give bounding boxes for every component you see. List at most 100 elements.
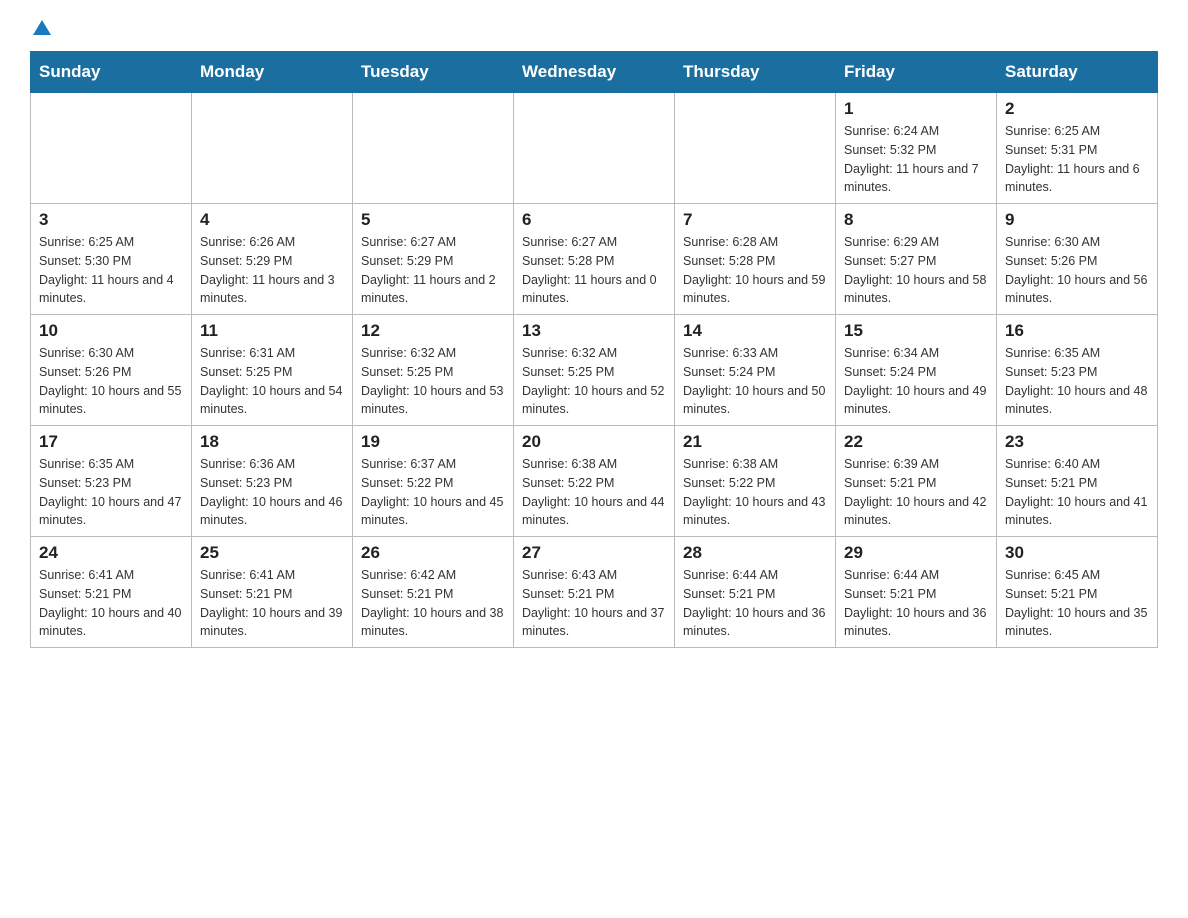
day-info: Sunrise: 6:40 AMSunset: 5:21 PMDaylight:… — [1005, 455, 1149, 530]
calendar-cell: 14 Sunrise: 6:33 AMSunset: 5:24 PMDayligh… — [675, 315, 836, 426]
calendar-cell: 5Sunrise: 6:27 AMSunset: 5:29 PMDaylight… — [353, 204, 514, 315]
weekday-header-wednesday: Wednesday — [514, 52, 675, 93]
weekday-header-saturday: Saturday — [997, 52, 1158, 93]
calendar-week-row: 1 Sunrise: 6:24 AMSunset: 5:32 PMDaylight… — [31, 93, 1158, 204]
day-info: Sunrise: 6:29 AMSunset: 5:27 PMDaylight:… — [844, 233, 988, 308]
calendar-cell: 8 Sunrise: 6:29 AMSunset: 5:27 PMDaylight… — [836, 204, 997, 315]
day-info: Sunrise: 6:34 AMSunset: 5:24 PMDaylight:… — [844, 344, 988, 419]
calendar-cell — [675, 93, 836, 204]
day-info: Sunrise: 6:35 AMSunset: 5:23 PMDaylight:… — [1005, 344, 1149, 419]
day-number: 23 — [1005, 432, 1149, 452]
day-info: Sunrise: 6:41 AMSunset: 5:21 PMDaylight:… — [39, 566, 183, 641]
day-info: Sunrise: 6:33 AMSunset: 5:24 PMDaylight:… — [683, 344, 827, 419]
calendar-cell: 17 Sunrise: 6:35 AMSunset: 5:23 PMDayligh… — [31, 426, 192, 537]
calendar-cell: 15 Sunrise: 6:34 AMSunset: 5:24 PMDayligh… — [836, 315, 997, 426]
calendar-week-row: 24 Sunrise: 6:41 AMSunset: 5:21 PMDayligh… — [31, 537, 1158, 648]
day-info: Sunrise: 6:43 AMSunset: 5:21 PMDaylight:… — [522, 566, 666, 641]
day-number: 26 — [361, 543, 505, 563]
calendar-cell: 4 Sunrise: 6:26 AMSunset: 5:29 PMDaylight… — [192, 204, 353, 315]
calendar-cell: 27 Sunrise: 6:43 AMSunset: 5:21 PMDayligh… — [514, 537, 675, 648]
day-info: Sunrise: 6:39 AMSunset: 5:21 PMDaylight:… — [844, 455, 988, 530]
calendar-cell: 7Sunrise: 6:28 AMSunset: 5:28 PMDaylight… — [675, 204, 836, 315]
day-info: Sunrise: 6:42 AMSunset: 5:21 PMDaylight:… — [361, 566, 505, 641]
day-info: Sunrise: 6:44 AMSunset: 5:21 PMDaylight:… — [844, 566, 988, 641]
day-info: Sunrise: 6:41 AMSunset: 5:21 PMDaylight:… — [200, 566, 344, 641]
day-number: 2 — [1005, 99, 1149, 119]
day-number: 1 — [844, 99, 988, 119]
day-info: Sunrise: 6:25 AMSunset: 5:31 PMDaylight:… — [1005, 122, 1149, 197]
day-number: 28 — [683, 543, 827, 563]
day-number: 11 — [200, 321, 344, 341]
calendar-cell: 24 Sunrise: 6:41 AMSunset: 5:21 PMDayligh… — [31, 537, 192, 648]
calendar-cell: 20 Sunrise: 6:38 AMSunset: 5:22 PMDayligh… — [514, 426, 675, 537]
logo — [30, 20, 51, 35]
day-number: 15 — [844, 321, 988, 341]
calendar-week-row: 10 Sunrise: 6:30 AMSunset: 5:26 PMDayligh… — [31, 315, 1158, 426]
calendar-cell: 29 Sunrise: 6:44 AMSunset: 5:21 PMDayligh… — [836, 537, 997, 648]
day-info: Sunrise: 6:31 AMSunset: 5:25 PMDaylight:… — [200, 344, 344, 419]
weekday-header-tuesday: Tuesday — [353, 52, 514, 93]
logo-arrow-icon — [33, 20, 51, 35]
calendar-cell: 3Sunrise: 6:25 AMSunset: 5:30 PMDaylight… — [31, 204, 192, 315]
day-info: Sunrise: 6:27 AMSunset: 5:29 PMDaylight:… — [361, 233, 505, 308]
day-number: 21 — [683, 432, 827, 452]
day-number: 12 — [361, 321, 505, 341]
calendar-cell: 9 Sunrise: 6:30 AMSunset: 5:26 PMDaylight… — [997, 204, 1158, 315]
day-number: 4 — [200, 210, 344, 230]
calendar-cell — [353, 93, 514, 204]
day-info: Sunrise: 6:27 AMSunset: 5:28 PMDaylight:… — [522, 233, 666, 308]
calendar-cell: 22 Sunrise: 6:39 AMSunset: 5:21 PMDayligh… — [836, 426, 997, 537]
calendar-week-row: 3Sunrise: 6:25 AMSunset: 5:30 PMDaylight… — [31, 204, 1158, 315]
calendar-week-row: 17 Sunrise: 6:35 AMSunset: 5:23 PMDayligh… — [31, 426, 1158, 537]
day-number: 19 — [361, 432, 505, 452]
day-info: Sunrise: 6:32 AMSunset: 5:25 PMDaylight:… — [361, 344, 505, 419]
calendar-cell: 25 Sunrise: 6:41 AMSunset: 5:21 PMDayligh… — [192, 537, 353, 648]
day-info: Sunrise: 6:25 AMSunset: 5:30 PMDaylight:… — [39, 233, 183, 308]
day-number: 17 — [39, 432, 183, 452]
calendar-cell: 2 Sunrise: 6:25 AMSunset: 5:31 PMDaylight… — [997, 93, 1158, 204]
weekday-header-row: SundayMondayTuesdayWednesdayThursdayFrid… — [31, 52, 1158, 93]
day-number: 8 — [844, 210, 988, 230]
day-info: Sunrise: 6:30 AMSunset: 5:26 PMDaylight:… — [39, 344, 183, 419]
day-number: 30 — [1005, 543, 1149, 563]
calendar-cell — [514, 93, 675, 204]
calendar-cell: 10 Sunrise: 6:30 AMSunset: 5:26 PMDayligh… — [31, 315, 192, 426]
day-info: Sunrise: 6:32 AMSunset: 5:25 PMDaylight:… — [522, 344, 666, 419]
day-number: 22 — [844, 432, 988, 452]
day-number: 24 — [39, 543, 183, 563]
day-number: 14 — [683, 321, 827, 341]
day-number: 10 — [39, 321, 183, 341]
calendar-cell — [31, 93, 192, 204]
calendar-cell: 6 Sunrise: 6:27 AMSunset: 5:28 PMDaylight… — [514, 204, 675, 315]
day-info: Sunrise: 6:30 AMSunset: 5:26 PMDaylight:… — [1005, 233, 1149, 308]
weekday-header-sunday: Sunday — [31, 52, 192, 93]
day-info: Sunrise: 6:36 AMSunset: 5:23 PMDaylight:… — [200, 455, 344, 530]
day-info: Sunrise: 6:38 AMSunset: 5:22 PMDaylight:… — [522, 455, 666, 530]
day-number: 29 — [844, 543, 988, 563]
calendar-cell: 19 Sunrise: 6:37 AMSunset: 5:22 PMDayligh… — [353, 426, 514, 537]
day-number: 16 — [1005, 321, 1149, 341]
weekday-header-friday: Friday — [836, 52, 997, 93]
calendar-cell: 18Sunrise: 6:36 AMSunset: 5:23 PMDayligh… — [192, 426, 353, 537]
day-info: Sunrise: 6:44 AMSunset: 5:21 PMDaylight:… — [683, 566, 827, 641]
day-number: 27 — [522, 543, 666, 563]
day-info: Sunrise: 6:45 AMSunset: 5:21 PMDaylight:… — [1005, 566, 1149, 641]
calendar-cell: 1 Sunrise: 6:24 AMSunset: 5:32 PMDaylight… — [836, 93, 997, 204]
header — [30, 20, 1158, 35]
day-number: 6 — [522, 210, 666, 230]
day-info: Sunrise: 6:35 AMSunset: 5:23 PMDaylight:… — [39, 455, 183, 530]
weekday-header-monday: Monday — [192, 52, 353, 93]
day-info: Sunrise: 6:37 AMSunset: 5:22 PMDaylight:… — [361, 455, 505, 530]
calendar-cell: 16 Sunrise: 6:35 AMSunset: 5:23 PMDayligh… — [997, 315, 1158, 426]
calendar-table: SundayMondayTuesdayWednesdayThursdayFrid… — [30, 51, 1158, 648]
calendar-cell: 28 Sunrise: 6:44 AMSunset: 5:21 PMDayligh… — [675, 537, 836, 648]
calendar-cell — [192, 93, 353, 204]
day-number: 20 — [522, 432, 666, 452]
day-info: Sunrise: 6:26 AMSunset: 5:29 PMDaylight:… — [200, 233, 344, 308]
day-info: Sunrise: 6:24 AMSunset: 5:32 PMDaylight:… — [844, 122, 988, 197]
day-number: 25 — [200, 543, 344, 563]
calendar-cell: 11 Sunrise: 6:31 AMSunset: 5:25 PMDayligh… — [192, 315, 353, 426]
day-number: 9 — [1005, 210, 1149, 230]
day-info: Sunrise: 6:38 AMSunset: 5:22 PMDaylight:… — [683, 455, 827, 530]
calendar-cell: 12 Sunrise: 6:32 AMSunset: 5:25 PMDayligh… — [353, 315, 514, 426]
